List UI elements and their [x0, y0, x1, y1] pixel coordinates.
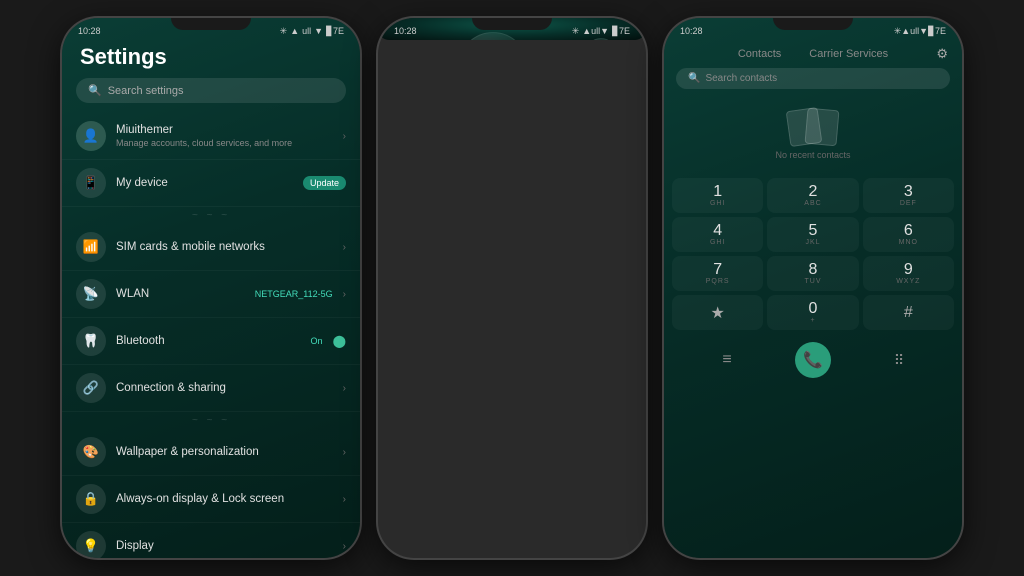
- search-placeholder: Search contacts: [705, 73, 777, 84]
- recent-cards-icon: [788, 109, 838, 145]
- sim-label: SIM cards & mobile networks: [116, 240, 333, 255]
- gear-button[interactable]: ⚙: [936, 46, 948, 62]
- page-title: Settings: [62, 40, 360, 78]
- key-1[interactable]: 1 GHI: [672, 178, 763, 213]
- key-3[interactable]: 3 DEF: [863, 178, 954, 213]
- settings-item-mydevice[interactable]: 📱 My device Update: [62, 160, 360, 207]
- search-bar[interactable]: 🔍 Search settings: [76, 78, 346, 103]
- settings-item-always-on[interactable]: 🔒 Always-on display & Lock screen ›: [62, 476, 360, 523]
- time: 10:28: [394, 26, 417, 36]
- display-label: Display: [116, 539, 333, 554]
- always-on-label: Always-on display & Lock screen: [116, 492, 333, 507]
- key-6[interactable]: 6 MNO: [863, 217, 954, 252]
- key-7[interactable]: 7 PQRS: [672, 256, 763, 291]
- status-icons: ✳ ▲ull▼ ▊7E: [572, 26, 630, 37]
- bluetooth-icon: 🦷: [76, 326, 106, 356]
- chevron-icon: ›: [343, 131, 346, 142]
- chevron-icon: ›: [343, 289, 346, 300]
- numpad-row-1: 1 GHI 2 ABC 3 DEF: [672, 178, 954, 213]
- contacts-search[interactable]: 🔍 Search contacts: [676, 68, 950, 89]
- numpad-row-4: ★ 0 + #: [672, 295, 954, 330]
- key-0[interactable]: 0 +: [767, 295, 858, 330]
- settings-item-miuithemer[interactable]: 👤 Miuithemer Manage accounts, cloud serv…: [62, 113, 360, 160]
- numpad-row-3: 7 PQRS 8 TUV 9 WXYZ: [672, 256, 954, 291]
- settings-screen: 10:28 ✳ ▲ ull ▼ ▊7E Settings 🔍 Search se…: [62, 18, 360, 558]
- bluetooth-label: Bluetooth: [116, 334, 301, 349]
- search-label: Search settings: [108, 85, 184, 97]
- chevron-icon: ›: [343, 242, 346, 253]
- divider-1: ~ ~ ~: [62, 207, 360, 224]
- status-icons: ✳▲ull▼▊7E: [894, 26, 946, 37]
- toggle-icon[interactable]: ⬤: [333, 334, 346, 348]
- phone-contacts: 10:28 ✳▲ull▼▊7E ⚙ Contacts Carrier Servi…: [664, 18, 962, 558]
- no-recent-area: No recent contacts: [664, 97, 962, 172]
- tab-contacts[interactable]: Contacts: [734, 46, 785, 62]
- key-4[interactable]: 4 GHI: [672, 217, 763, 252]
- settings-item-wlan[interactable]: 📡 WLAN NETGEAR_112-5G ›: [62, 271, 360, 318]
- key-2[interactable]: 2 ABC: [767, 178, 858, 213]
- settings-item-connection[interactable]: 🔗 Connection & sharing ›: [62, 365, 360, 412]
- miuithemer-label: Miuithemer: [116, 123, 333, 138]
- wallpaper-icon: 🎨: [76, 437, 106, 467]
- chevron-icon: ›: [343, 383, 346, 394]
- numpad: 1 GHI 2 ABC 3 DEF 4 GHI 5: [664, 172, 962, 338]
- key-star[interactable]: ★: [672, 295, 763, 330]
- chevron-icon: ›: [343, 541, 346, 552]
- miuithemer-icon: 👤: [76, 121, 106, 151]
- tools-screen: 10:28 ✳ ▲ull▼ ▊7E Tools ✉ Mail 🎙 Recorde…: [378, 18, 646, 40]
- divider-2: ~ ~ ~: [62, 412, 360, 429]
- contacts-screen: 10:28 ✳▲ull▼▊7E ⚙ Contacts Carrier Servi…: [664, 18, 962, 558]
- notch: [773, 18, 853, 30]
- no-recent-text: No recent contacts: [775, 150, 850, 160]
- status-icons: ✳ ▲ ull ▼ ▊7E: [280, 26, 344, 37]
- call-button[interactable]: 📞: [795, 342, 831, 378]
- dialer-bottom: ≡ 📞 ⠿: [664, 338, 962, 382]
- miuithemer-sub: Manage accounts, cloud services, and mor…: [116, 138, 333, 149]
- update-badge[interactable]: Update: [303, 176, 346, 190]
- settings-item-display[interactable]: 💡 Display ›: [62, 523, 360, 558]
- chevron-icon: ›: [343, 447, 346, 458]
- display-icon: 💡: [76, 531, 106, 558]
- bluetooth-value: On: [311, 336, 323, 346]
- settings-list: 👤 Miuithemer Manage accounts, cloud serv…: [62, 113, 360, 558]
- dialpad-button[interactable]: ⠿: [881, 342, 917, 378]
- chevron-icon: ›: [343, 494, 346, 505]
- key-8[interactable]: 8 TUV: [767, 256, 858, 291]
- connection-label: Connection & sharing: [116, 381, 333, 396]
- settings-item-wallpaper[interactable]: 🎨 Wallpaper & personalization ›: [62, 429, 360, 476]
- menu-button[interactable]: ≡: [709, 342, 745, 378]
- mydevice-label: My device: [116, 176, 293, 191]
- time: 10:28: [78, 26, 101, 36]
- notch: [472, 18, 552, 30]
- sim-icon: 📶: [76, 232, 106, 262]
- time: 10:28: [680, 26, 703, 36]
- key-hash[interactable]: #: [863, 295, 954, 330]
- mydevice-icon: 📱: [76, 168, 106, 198]
- wlan-icon: 📡: [76, 279, 106, 309]
- tab-carrier-services[interactable]: Carrier Services: [805, 46, 892, 62]
- notch: [171, 18, 251, 30]
- key-9[interactable]: 9 WXYZ: [863, 256, 954, 291]
- phone-settings: 10:28 ✳ ▲ ull ▼ ▊7E Settings 🔍 Search se…: [62, 18, 360, 558]
- settings-item-sim[interactable]: 📶 SIM cards & mobile networks ›: [62, 224, 360, 271]
- connection-icon: 🔗: [76, 373, 106, 403]
- phone-tools: 10:28 ✳ ▲ull▼ ▊7E Tools ✉ Mail 🎙 Recorde…: [378, 18, 646, 558]
- wallpaper-label: Wallpaper & personalization: [116, 445, 333, 460]
- search-icon: 🔍: [88, 84, 102, 97]
- wlan-value: NETGEAR_112-5G: [255, 289, 333, 299]
- contacts-tabs: Contacts Carrier Services: [664, 40, 962, 66]
- always-on-icon: 🔒: [76, 484, 106, 514]
- numpad-row-2: 4 GHI 5 JKL 6 MNO: [672, 217, 954, 252]
- wlan-label: WLAN: [116, 287, 245, 302]
- search-icon: 🔍: [688, 73, 700, 84]
- key-5[interactable]: 5 JKL: [767, 217, 858, 252]
- settings-item-bluetooth[interactable]: 🦷 Bluetooth On ⬤: [62, 318, 360, 365]
